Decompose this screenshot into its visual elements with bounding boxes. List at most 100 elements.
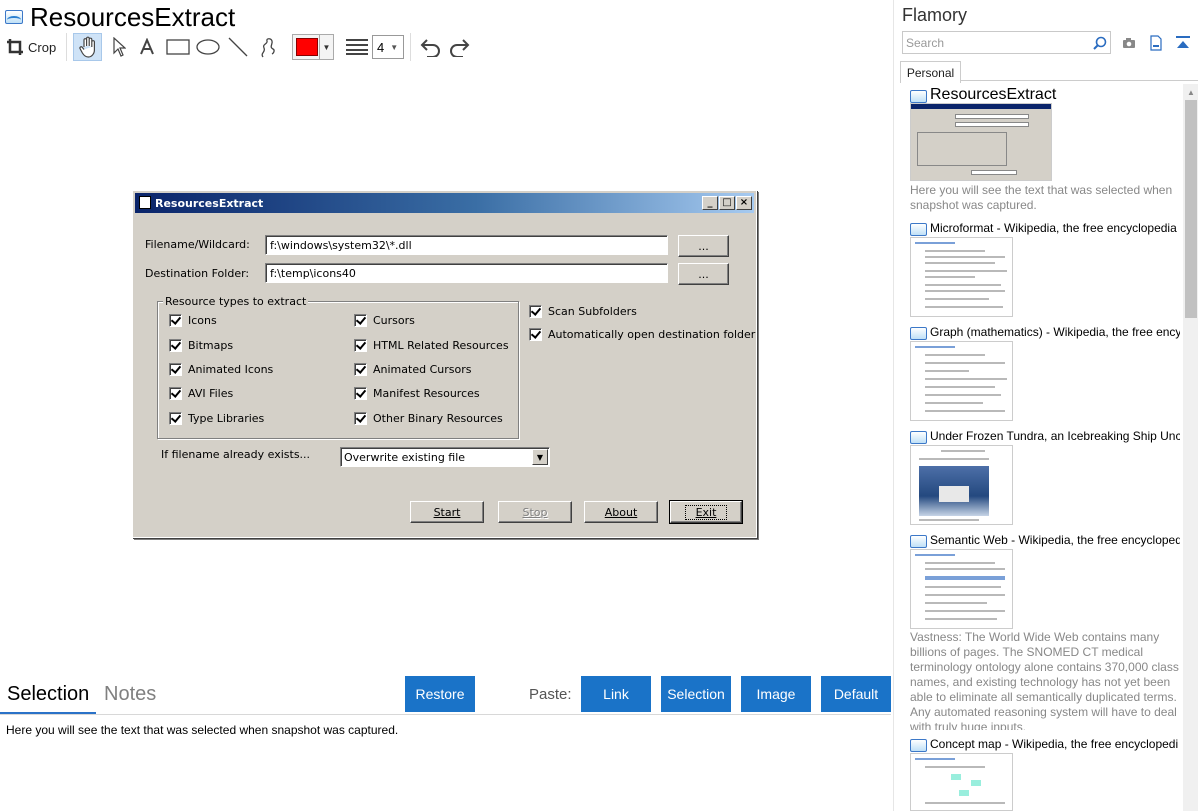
snapshot-icon bbox=[910, 535, 927, 548]
snapshot-thumbnail[interactable] bbox=[910, 445, 1013, 525]
color-picker[interactable]: ▼ bbox=[292, 34, 334, 60]
collapse-top-icon[interactable] bbox=[1174, 34, 1192, 52]
checkbox-checked-icon bbox=[354, 339, 367, 352]
filename-field: f:\windows\system32\*.dll bbox=[265, 235, 668, 255]
checkbox-checked-icon bbox=[169, 314, 182, 327]
checkbox-checked-icon bbox=[354, 314, 367, 327]
checkbox-checked-icon bbox=[169, 363, 182, 376]
rectangle-tool-button[interactable] bbox=[164, 33, 192, 61]
close-icon: × bbox=[736, 196, 752, 210]
resource-checkbox: Bitmaps bbox=[169, 339, 233, 352]
crop-label: Crop bbox=[28, 39, 57, 55]
auto-open-checkbox: Automatically open destination folder bbox=[529, 328, 755, 341]
checkbox-checked-icon bbox=[354, 387, 367, 400]
scroll-up-icon[interactable]: ▲ bbox=[1183, 84, 1198, 100]
resource-label: Manifest Resources bbox=[373, 387, 480, 400]
tab-selection[interactable]: Selection bbox=[7, 683, 89, 706]
resource-checkbox: Cursors bbox=[354, 314, 415, 327]
exists-select: Overwrite existing file ▼ bbox=[340, 447, 550, 467]
snapshot-thumbnail[interactable] bbox=[910, 237, 1013, 317]
line-icon bbox=[228, 37, 248, 57]
snapshot-title[interactable]: Under Frozen Tundra, an Icebreaking Ship… bbox=[930, 429, 1180, 443]
tab-personal[interactable]: Personal bbox=[900, 61, 961, 83]
hand-tool-button[interactable] bbox=[73, 33, 102, 61]
rx-stop-label: Stop bbox=[522, 505, 548, 519]
browse-filename-button: ... bbox=[678, 235, 729, 257]
checkbox-checked-icon bbox=[169, 339, 182, 352]
scan-subfolders-checkbox: Scan Subfolders bbox=[529, 305, 637, 318]
search-icon[interactable] bbox=[1091, 34, 1109, 52]
rx-titlebar: ResourcesExtract _ □ × bbox=[135, 193, 754, 213]
search-input[interactable]: Search bbox=[902, 31, 1111, 54]
ellipse-icon bbox=[196, 39, 220, 55]
freehand-icon bbox=[261, 38, 275, 58]
redo-button[interactable] bbox=[446, 33, 474, 61]
destination-label: Destination Folder: bbox=[145, 267, 250, 280]
rx-start-button: Start bbox=[410, 501, 484, 523]
resource-checkbox: Manifest Resources bbox=[354, 387, 480, 400]
camera-icon[interactable] bbox=[1120, 34, 1138, 52]
undo-button[interactable] bbox=[416, 33, 444, 61]
snapshot-title[interactable]: ResourcesExtract bbox=[930, 86, 1180, 104]
snapshot-title[interactable]: Semantic Web - Wikipedia, the free encyc… bbox=[930, 533, 1180, 547]
snapshot-thumbnail[interactable] bbox=[910, 549, 1013, 629]
paste-selection-button[interactable]: Selection bbox=[661, 676, 731, 712]
divider bbox=[0, 714, 891, 715]
checkbox-checked-icon bbox=[169, 412, 182, 425]
tab-notes[interactable]: Notes bbox=[104, 683, 156, 706]
line-tool-button[interactable] bbox=[225, 33, 251, 61]
snapshot-thumbnail[interactable] bbox=[910, 103, 1052, 181]
resource-types-title: Resource types to extract bbox=[163, 295, 309, 308]
exists-label: If filename already exists... bbox=[161, 448, 311, 461]
resource-checkbox: Animated Cursors bbox=[354, 363, 471, 376]
paste-link-button[interactable]: Link bbox=[581, 676, 651, 712]
select-tool-button[interactable] bbox=[106, 33, 132, 61]
rx-start-label: Start bbox=[433, 505, 461, 519]
snapshot-title[interactable]: Concept map - Wikipedia, the free encycl… bbox=[930, 737, 1180, 751]
restore-button[interactable]: Restore bbox=[405, 676, 475, 712]
text-icon bbox=[140, 38, 154, 55]
rx-about-label: About bbox=[604, 505, 638, 519]
resource-label: Bitmaps bbox=[188, 339, 234, 352]
document-icon[interactable] bbox=[1147, 34, 1165, 52]
screenshot-image: ResourcesExtract _ □ × Filename/Wildcard… bbox=[132, 190, 757, 538]
ellipse-tool-button[interactable] bbox=[194, 33, 222, 61]
snapshots-sidebar: Flamory Search Personal ResourcesExtract… bbox=[893, 0, 1198, 811]
snapshot-title[interactable]: Graph (mathematics) - Wikipedia, the fre… bbox=[930, 325, 1180, 339]
checkbox-checked-icon bbox=[529, 328, 542, 341]
toolbar-separator bbox=[410, 33, 411, 61]
checkbox-checked-icon bbox=[354, 363, 367, 376]
line-width-select[interactable]: 4 ▼ bbox=[372, 35, 404, 59]
snapshot-description: Vastness: The World Wide Web contains ma… bbox=[910, 630, 1179, 730]
filename-label: Filename/Wildcard: bbox=[145, 238, 250, 251]
checkbox-checked-icon bbox=[169, 387, 182, 400]
snapshot-title[interactable]: Microformat - Wikipedia, the free encycl… bbox=[930, 221, 1180, 235]
resource-checkbox: Animated Icons bbox=[169, 363, 273, 376]
snapshot-thumbnail[interactable] bbox=[910, 341, 1013, 421]
resource-label: Cursors bbox=[373, 314, 415, 327]
arrow-pointer-icon bbox=[113, 37, 126, 57]
redo-icon bbox=[450, 39, 470, 57]
page-title: ResourcesExtract bbox=[30, 2, 236, 32]
resource-checkbox: HTML Related Resources bbox=[354, 339, 509, 352]
resource-checkbox: Other Binary Resources bbox=[354, 412, 503, 425]
hand-icon bbox=[78, 36, 95, 58]
sidebar-title: Flamory bbox=[902, 5, 968, 25]
scrollbar-thumb[interactable] bbox=[1185, 100, 1197, 318]
exists-value: Overwrite existing file bbox=[344, 451, 466, 464]
selection-text[interactable]: Here you will see the text that was sele… bbox=[6, 723, 398, 737]
app-logo-icon bbox=[5, 10, 23, 24]
resource-checkbox: AVI Files bbox=[169, 387, 233, 400]
freehand-tool-button[interactable] bbox=[255, 33, 281, 61]
search-placeholder: Search bbox=[906, 36, 945, 50]
crop-button[interactable]: Crop bbox=[6, 33, 58, 61]
paste-image-button[interactable]: Image bbox=[741, 676, 811, 712]
paste-default-button[interactable]: Default bbox=[821, 676, 891, 712]
chevron-down-icon: ▼ bbox=[390, 42, 399, 52]
rx-exit-button: Exit bbox=[669, 500, 743, 524]
option-label: Scan Subfolders bbox=[548, 305, 637, 318]
resource-checkbox: Type Libraries bbox=[169, 412, 264, 425]
snapshot-thumbnail[interactable] bbox=[910, 753, 1013, 811]
text-tool-button[interactable] bbox=[136, 33, 158, 61]
chevron-down-icon: ▼ bbox=[319, 35, 333, 59]
